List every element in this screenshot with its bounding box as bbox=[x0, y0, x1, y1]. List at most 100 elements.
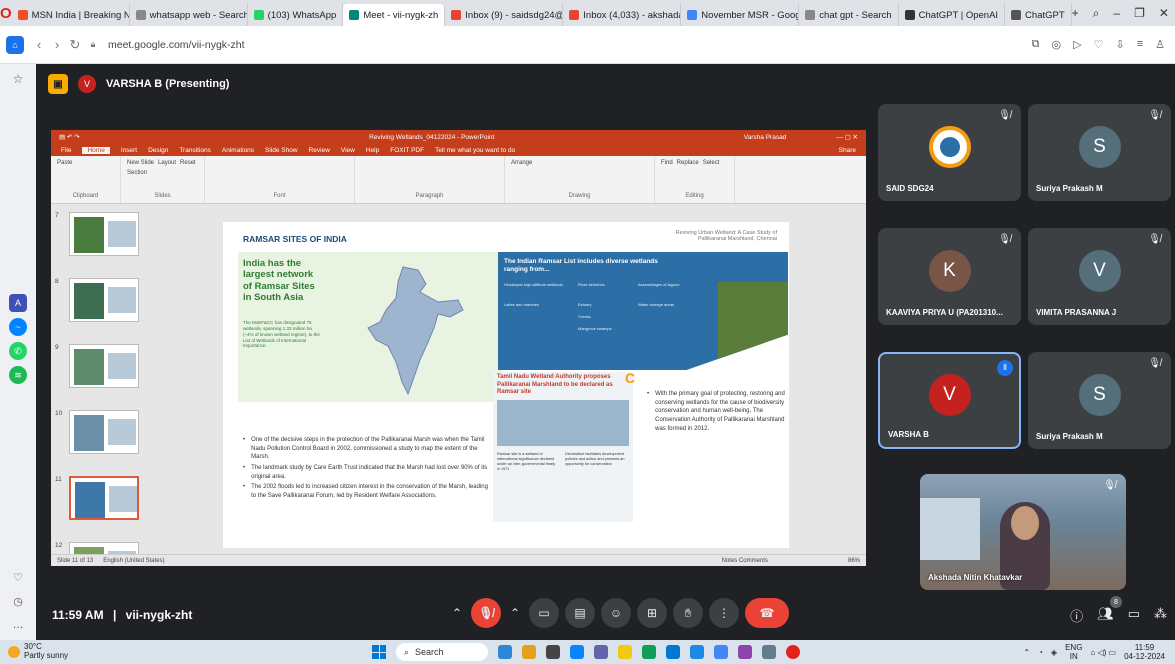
stop-presenting-icon[interactable]: ▣ bbox=[48, 74, 68, 94]
search-tabs-icon[interactable]: ⌕ bbox=[1093, 6, 1100, 21]
profile-icon[interactable]: ♙ bbox=[1155, 38, 1165, 51]
reactions-button[interactable]: ☺ bbox=[601, 598, 631, 628]
teams-icon[interactable] bbox=[594, 645, 608, 659]
browser-tab[interactable]: November MSR - Goog bbox=[681, 4, 800, 26]
new-tab-icon[interactable]: + bbox=[1072, 6, 1079, 21]
tab-favicon-icon bbox=[1011, 10, 1022, 20]
participant-avatar: V bbox=[1078, 249, 1121, 292]
taskbar-clock[interactable]: 11:59 04-12-2024 bbox=[1124, 643, 1165, 661]
screenshot-icon[interactable]: ⧉ bbox=[1032, 38, 1040, 51]
captions-button[interactable]: ▤ bbox=[565, 598, 595, 628]
browser-tab[interactable]: (103) WhatsApp bbox=[248, 4, 344, 26]
taskbar-app-icon[interactable] bbox=[498, 645, 512, 659]
browser-tab[interactable]: Inbox (4,033) - akshada bbox=[563, 4, 682, 26]
star-icon[interactable]: ☆ bbox=[9, 70, 27, 88]
windows-start-icon[interactable] bbox=[372, 645, 386, 659]
ribbon-item: Select bbox=[702, 160, 720, 166]
browser-tab[interactable]: whatsapp web - Search bbox=[130, 4, 248, 26]
participant-name: Suriya Prakash M bbox=[1036, 432, 1103, 441]
participant-tile[interactable]: V VIMITA PRASANNA J 🎙︎̸ bbox=[1028, 228, 1171, 325]
taskbar-app-icon[interactable] bbox=[690, 645, 704, 659]
forward-icon[interactable]: › bbox=[48, 37, 66, 52]
participant-tile[interactable]: V VARSHA B ⦀ bbox=[878, 352, 1021, 449]
ribbon-group-label: Paragraph bbox=[415, 193, 444, 199]
slide-bullet: • One of the decisive steps in the protec… bbox=[243, 436, 493, 462]
taskbar-app-icon[interactable] bbox=[522, 645, 536, 659]
mic-off-button[interactable]: 🎙︎̸ bbox=[471, 598, 501, 628]
heart-icon[interactable]: ♡ bbox=[1094, 38, 1104, 51]
back-icon[interactable]: ‹ bbox=[30, 37, 48, 52]
browser-tab[interactable]: ChatGPT | OpenAI bbox=[899, 4, 1006, 26]
aria-icon[interactable]: A bbox=[9, 294, 27, 312]
settings-icon[interactable] bbox=[762, 645, 776, 659]
chrome-icon[interactable] bbox=[714, 645, 728, 659]
history-icon[interactable]: ◷ bbox=[9, 592, 27, 610]
opera-taskbar-icon[interactable] bbox=[786, 645, 800, 659]
messenger-icon[interactable]: ~ bbox=[9, 318, 27, 336]
thumbnail-image bbox=[69, 410, 139, 454]
participant-tile[interactable]: S Suriya Prakash M 🎙︎̸ bbox=[1028, 104, 1171, 201]
opera-logo-icon[interactable]: O bbox=[0, 0, 12, 26]
browser-tab[interactable]: Meet - vii-nygk-zh bbox=[343, 4, 446, 26]
whatsapp-icon[interactable]: ✆ bbox=[9, 342, 27, 360]
chat-icon[interactable]: ▭ bbox=[1128, 606, 1140, 625]
tray-app-icon[interactable]: ◔ bbox=[1038, 648, 1043, 657]
taskbar-search[interactable]: ⌕ Search bbox=[396, 643, 488, 661]
browser-tab[interactable]: Inbox (9) - saidsdg24@ bbox=[445, 4, 564, 26]
more-icon[interactable]: … bbox=[9, 616, 27, 634]
tray-chevron-icon[interactable]: ⌃ bbox=[1023, 648, 1030, 657]
participant-tile[interactable]: SAID SDG24 🎙︎̸ bbox=[878, 104, 1021, 201]
slide-counter: Slide 11 of 13 bbox=[57, 557, 94, 564]
video-options-icon[interactable]: ⌃ bbox=[507, 598, 523, 628]
browser-tab[interactable]: MSN India | Breaking Ne bbox=[12, 4, 130, 26]
store-icon[interactable] bbox=[666, 645, 680, 659]
taskbar-app-icon[interactable] bbox=[546, 645, 560, 659]
people-icon[interactable]: 👥︎ bbox=[1097, 606, 1114, 625]
raise-hand-button[interactable]: ✋︎ bbox=[673, 598, 703, 628]
browser-tab[interactable]: ChatGPT bbox=[1005, 4, 1072, 26]
spotify-icon[interactable]: ≋ bbox=[9, 366, 27, 384]
reload-icon[interactable]: ↻ bbox=[66, 37, 84, 53]
play-icon[interactable]: ▷ bbox=[1073, 38, 1081, 51]
close-window-icon[interactable]: ✕ bbox=[1159, 6, 1169, 21]
leave-call-button[interactable]: ☎︎ bbox=[745, 598, 789, 628]
home-icon[interactable]: ⌂ bbox=[6, 35, 24, 54]
heart-sidebar-icon[interactable]: ♡ bbox=[9, 568, 27, 586]
language-indicator[interactable]: ENG IN bbox=[1065, 643, 1082, 661]
maximize-icon[interactable]: ❐ bbox=[1134, 6, 1145, 21]
minimize-icon[interactable]: – bbox=[1113, 6, 1120, 21]
url-field[interactable]: meet.google.com/vii-nygk-zht bbox=[108, 39, 245, 51]
participant-tile[interactable]: S Suriya Prakash M 🎙︎̸ bbox=[1028, 352, 1171, 449]
self-view-tile[interactable]: 🎙︎̸ Akshada Nitin Khatavkar bbox=[920, 474, 1126, 590]
tray-location-icon[interactable]: ◈ bbox=[1051, 648, 1057, 657]
audio-options-icon[interactable]: ⌃ bbox=[449, 598, 465, 628]
thumbnail-image bbox=[69, 476, 139, 520]
present-button[interactable]: ⊞ bbox=[637, 598, 667, 628]
activities-icon[interactable]: ⁂ bbox=[1154, 606, 1167, 625]
weather-widget[interactable]: 30°C Partly sunny bbox=[8, 642, 68, 661]
tab-favicon-icon bbox=[569, 10, 580, 20]
wifi-sound-battery-icon[interactable]: ⌂ ◁) ▭ bbox=[1090, 648, 1116, 657]
more-options-button[interactable]: ⋮ bbox=[709, 598, 739, 628]
download-icon[interactable]: ⇩ bbox=[1115, 38, 1124, 51]
side-panel-buttons: ⓘ 👥︎ ▭ ⁂ bbox=[1070, 606, 1167, 625]
participant-tile[interactable]: K KAAVIYA PRIYA U (PA201310... 🎙︎̸ bbox=[878, 228, 1021, 325]
taskbar-app-icon[interactable] bbox=[570, 645, 584, 659]
ribbon-group: Paste Clipboard bbox=[51, 156, 121, 203]
menu-icon[interactable]: ≡ bbox=[1137, 38, 1143, 51]
muted-mic-icon: 🎙︎̸ bbox=[1148, 358, 1161, 369]
info-icon[interactable]: ⓘ bbox=[1070, 606, 1083, 625]
muted-mic-icon: 🎙︎̸ bbox=[998, 110, 1011, 121]
ppt-menu-item: View bbox=[340, 146, 355, 154]
participant-avatar: K bbox=[928, 249, 971, 292]
slide-bullet-text: The 2002 floods led to increased citizen… bbox=[251, 484, 488, 500]
file-explorer-icon[interactable] bbox=[618, 645, 632, 659]
ppt-menu-item: Tell me what you want to do bbox=[435, 146, 516, 154]
taskbar-app-icon[interactable] bbox=[738, 645, 752, 659]
authority-logo-icon: C bbox=[625, 370, 636, 386]
clock-time: 11:59 bbox=[1134, 642, 1155, 652]
camera-button[interactable]: ▭ bbox=[529, 598, 559, 628]
camera-icon[interactable]: ◎ bbox=[1052, 38, 1062, 51]
edge-icon[interactable] bbox=[642, 645, 656, 659]
browser-tab[interactable]: chat gpt - Search bbox=[799, 4, 899, 26]
